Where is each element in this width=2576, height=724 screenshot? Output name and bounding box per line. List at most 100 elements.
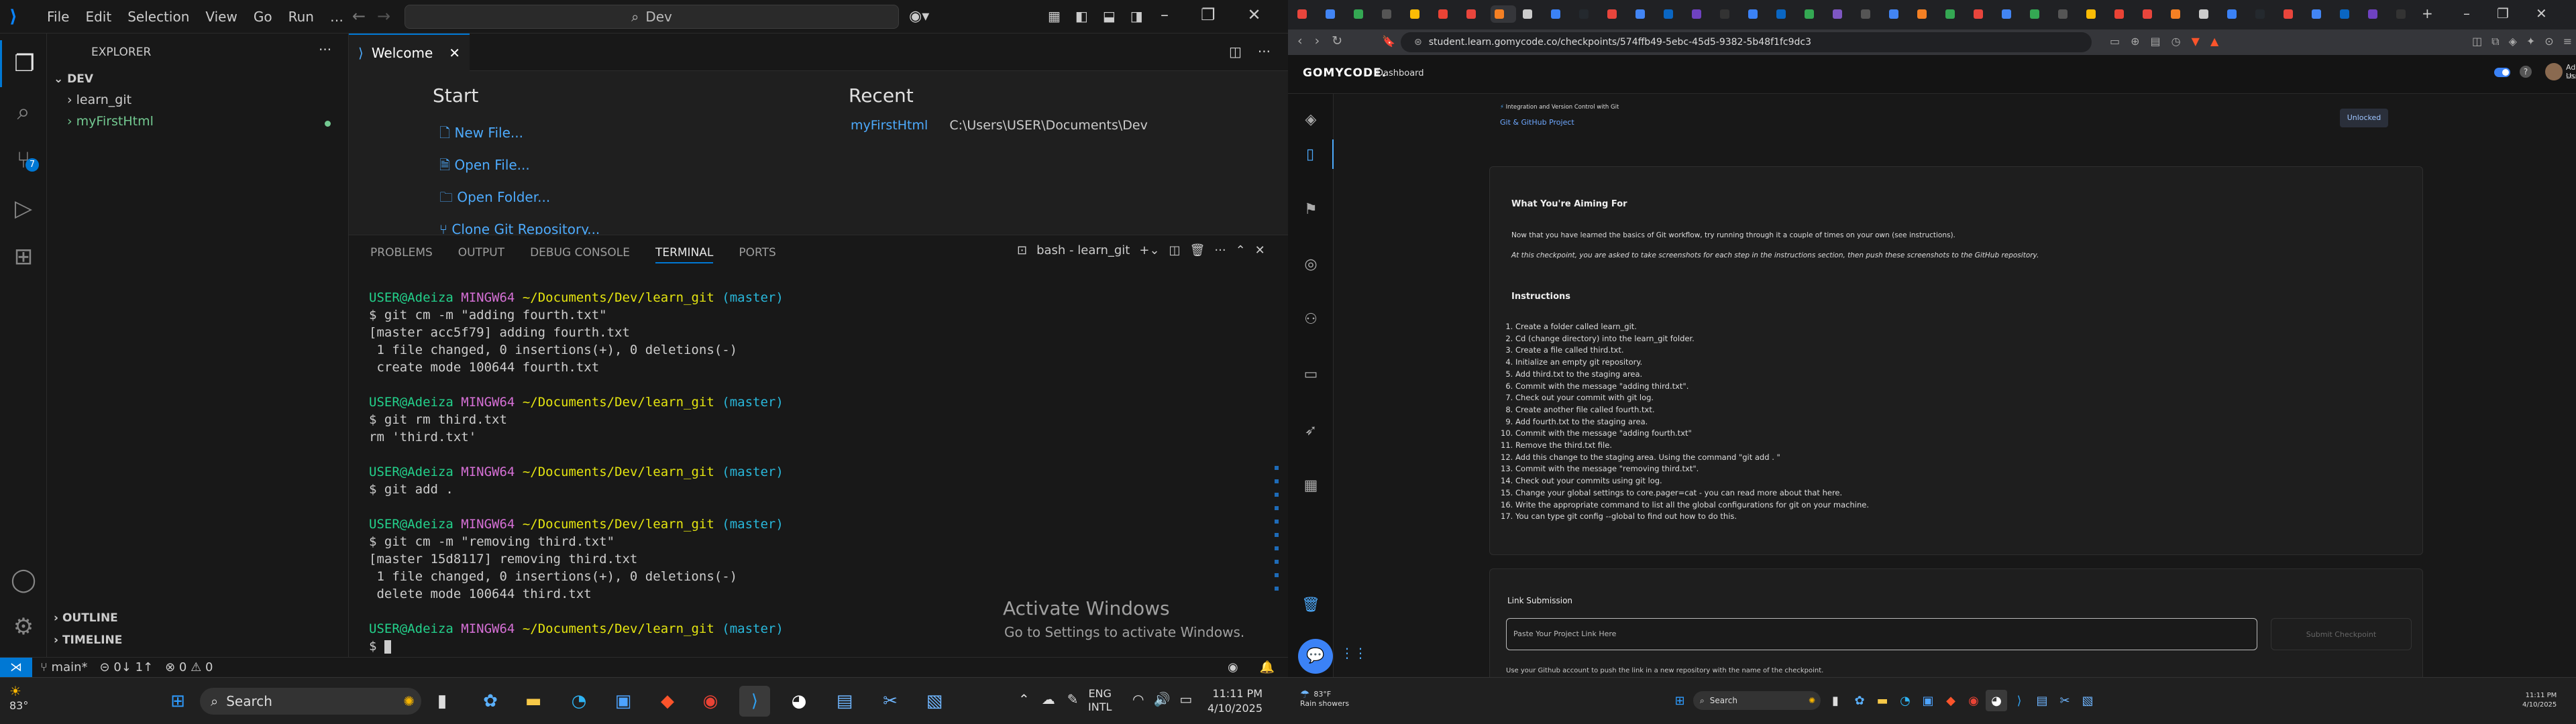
folder-myfirsthtml[interactable]: › myFirstHtml [67,114,154,129]
wallet-icon[interactable]: ◈ [2509,35,2517,48]
bookmark-icon[interactable]: ⚑ [1288,194,1334,224]
browser-tab[interactable] [1970,5,1995,23]
branch-status[interactable]: ⑂ main* [40,660,88,674]
menu-file[interactable]: File [39,9,77,25]
file-explorer-icon[interactable]: ▬ [518,686,549,717]
clock[interactable]: 11:11 PM 4/10/2025 [1208,686,1263,716]
tab-problems[interactable]: PROBLEMS [370,246,433,263]
sidebar-icon[interactable]: ◫ [2472,35,2482,48]
menu-more[interactable]: … [322,9,352,25]
trash-icon[interactable]: 🗑 [1288,590,1334,619]
laptop-icon[interactable]: ▭ [1288,359,1334,389]
browser-tab[interactable] [1462,5,1488,23]
browser-tab[interactable] [1631,5,1657,23]
snipping-tool-icon[interactable]: ✂ [2054,690,2076,711]
browser-tab[interactable] [1688,5,1713,23]
back-arrow-icon[interactable]: ‹ [1297,34,1303,48]
clock[interactable]: 11:11 PM 4/10/2025 [2522,691,2557,710]
copilot-app-icon[interactable]: ✿ [1849,690,1870,711]
notepad-icon[interactable]: ▤ [829,686,860,717]
extensions-icon[interactable]: ⊞ [0,233,47,280]
browser-tab[interactable] [1857,5,1882,23]
maximize-icon[interactable]: ❐ [1201,5,1216,24]
edge-icon[interactable]: ◔ [1894,690,1916,711]
browser-tab[interactable] [2392,5,2418,23]
menu-edit[interactable]: Edit [77,9,119,25]
address-bar[interactable]: ⊜ student.learn.gomycode.co/checkpoints/… [1401,32,2092,52]
tab-ports[interactable]: PORTS [739,246,775,263]
notepad-icon[interactable]: ▤ [2031,690,2053,711]
project-link-input[interactable]: Paste Your Project Link Here [1506,618,2257,650]
browser-tab[interactable] [2251,5,2277,23]
copilot-icon[interactable]: ◉ [1228,660,1238,674]
ai-icon[interactable]: ✦ [2526,35,2535,48]
sync-status[interactable]: ⊝ 0↓ 1↑ [100,660,154,674]
help-icon[interactable]: ? [2520,66,2532,78]
browser-tab[interactable] [2308,5,2333,23]
menu-selection[interactable]: Selection [119,9,197,25]
minimize-icon[interactable]: – [1161,5,1169,24]
toggle-sidebar-icon[interactable]: ◧ [1075,8,1088,24]
copilot-app-icon[interactable]: ✿ [475,686,506,717]
browser-tab[interactable] [1350,5,1375,23]
vscode-app-icon[interactable]: ⟩ [739,686,770,717]
copilot-icon[interactable]: ◉▾ [909,8,929,25]
browser-tab[interactable] [2195,5,2220,23]
browser-tab[interactable] [1491,5,1516,23]
tab-terminal[interactable]: TERMINAL [655,246,714,263]
browser-tab[interactable] [1716,5,1741,23]
rewards-icon[interactable]: ▲ [2210,35,2218,48]
chat-bubble-icon[interactable]: 💬 [1298,639,1333,674]
pen-icon[interactable]: ✎ [1067,691,1079,707]
open-folder-link[interactable]: 🗀 Open Folder... [439,182,600,214]
task-view-icon[interactable]: ▮ [427,686,458,717]
forward-arrow-icon[interactable]: › [1315,34,1320,48]
browser-tab[interactable] [1434,5,1460,23]
extensions-icon[interactable]: ⧉ [2491,35,2499,48]
more-actions-icon[interactable]: ··· [1214,243,1226,257]
menu-icon[interactable]: ≡ [2563,35,2572,48]
terminal-name[interactable]: bash - learn_git [1036,243,1130,257]
browser-tab[interactable] [1575,5,1601,23]
new-file-link[interactable]: 🗋 New File... [439,117,600,149]
notifications-bell-icon[interactable]: 🔔 [1260,660,1275,674]
layers-icon[interactable]: ◈ [1288,105,1334,134]
taskbar-search[interactable]: ⌕ Search ✺ [200,688,421,715]
menu-run[interactable]: Run [280,9,322,25]
split-terminal-icon[interactable]: ◫ [1169,243,1181,257]
forward-arrow-icon[interactable]: → [377,7,390,25]
remote-desktop-icon[interactable]: ▧ [2077,690,2098,711]
folder-learn-git[interactable]: › learn_git [67,93,131,107]
folder-root[interactable]: ⌄ DEV [54,72,93,86]
browser-tab[interactable] [1603,5,1629,23]
system-icons[interactable]: ◠ 🔊 ▭ [1132,691,1192,707]
brave-icon[interactable]: ◆ [652,686,683,717]
browser-tab[interactable] [2026,5,2051,23]
browser-tab[interactable] [2223,5,2249,23]
new-terminal-icon[interactable]: +⌄ [1139,243,1159,257]
checkpoint-title[interactable]: Git & GitHub Project [1500,118,1574,127]
calendar-icon[interactable]: ▦ [1288,471,1334,500]
taskbar-search[interactable]: ⌕ Search ✺ [1693,691,1821,710]
outline-section[interactable]: › OUTLINE [54,611,118,625]
run-debug-icon[interactable]: ▷ [0,185,47,232]
source-control-icon[interactable]: ⑂ [0,137,47,184]
brave-shield-icon[interactable]: ▼ [2192,35,2200,48]
kill-terminal-icon[interactable]: 🗑 [1190,243,1205,257]
browser-tab[interactable] [1293,5,1319,23]
weather-widget[interactable]: ☀ 83° [9,683,28,712]
menu-view[interactable]: View [197,9,245,25]
problems-status[interactable]: ⊗ 0 ⚠ 0 [165,660,213,674]
snipping-tool-icon[interactable]: ✂ [875,686,906,717]
settings-gear-icon[interactable]: ⚙ [0,603,47,650]
store-icon[interactable]: ▣ [1917,690,1939,711]
github-icon[interactable]: ◕ [1986,690,2007,711]
explorer-icon[interactable]: ❐ [0,40,47,87]
timeline-section[interactable]: › TIMELINE [54,634,122,647]
toggle-panel-icon[interactable]: ⬓ [1103,8,1116,24]
community-icon[interactable]: ⚇ [1288,304,1334,334]
browser-tab[interactable] [1547,5,1572,23]
language-indicator[interactable]: ENG INTL [1088,687,1112,714]
browser-tab[interactable] [1744,5,1770,23]
site-logo[interactable]: GOMYCODE. [1303,66,1387,80]
